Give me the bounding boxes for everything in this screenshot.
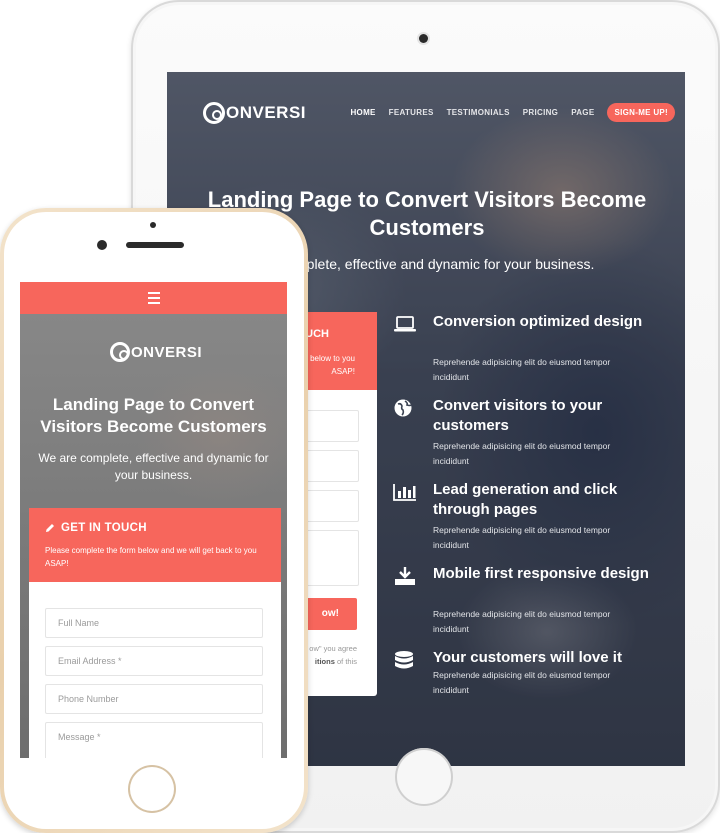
feature-description: Reprehende adipisicing elit do eiusmod t… — [433, 357, 611, 382]
tablet-camera — [419, 34, 428, 43]
mobile-hero-title: Landing Page to Convert Visitors Become … — [40, 395, 267, 436]
logo-icon — [203, 102, 225, 124]
mobile-form-title: GET IN TOUCH — [45, 522, 147, 534]
phone-device: ONVERSI Landing Page to Convert Visitors… — [0, 208, 308, 833]
full-name-input[interactable]: Full Name — [45, 608, 263, 638]
bar-chart-icon — [393, 484, 416, 501]
main-nav: HOME FEATURES TESTIMONIALS PRICING PAGE … — [350, 103, 675, 122]
feature-title: Lead generation and click through pages — [433, 481, 618, 518]
download-icon — [395, 567, 415, 585]
phone-sensor — [150, 222, 156, 228]
logo-icon — [110, 342, 130, 362]
mobile-form-description: Please complete the form below and we wi… — [45, 546, 257, 568]
hamburger-menu-icon[interactable] — [148, 292, 160, 304]
email-input[interactable]: Email Address * — [45, 646, 263, 676]
sign-up-button[interactable]: SIGN-ME UP! — [607, 103, 675, 122]
nav-pricing[interactable]: PRICING — [523, 108, 558, 117]
globe-icon — [394, 399, 412, 417]
nav-home[interactable]: HOME — [350, 108, 375, 117]
feature-description: Reprehende adipisicing elit do eiusmod t… — [433, 609, 611, 634]
laptop-icon — [394, 316, 416, 332]
phone-screen: ONVERSI Landing Page to Convert Visitors… — [20, 282, 287, 758]
feature-description: Reprehende adipisicing elit do eiusmod t… — [433, 670, 611, 695]
mobile-brand-logo[interactable]: ONVERSI — [110, 340, 202, 364]
mobile-contact-form-card: GET IN TOUCH Please complete the form be… — [29, 508, 281, 758]
mobile-form-header: GET IN TOUCH Please complete the form be… — [29, 508, 281, 582]
nav-features[interactable]: FEATURES — [389, 108, 434, 117]
nav-page[interactable]: PAGE — [571, 108, 594, 117]
feature-title: Your customers will love it — [433, 649, 622, 666]
mobile-hero-subtitle: We are complete, effective and dynamic f… — [38, 451, 269, 482]
feature-description: Reprehende adipisicing elit do eiusmod t… — [433, 525, 611, 550]
phone-camera — [97, 240, 107, 250]
feature-title: Convert visitors to your customers — [433, 397, 603, 434]
feature-title: Mobile first responsive design — [433, 565, 649, 582]
phone-home-button[interactable] — [128, 765, 176, 813]
message-textarea[interactable]: Message * — [45, 722, 263, 758]
terms-link[interactable]: itions — [315, 657, 335, 666]
pencil-icon — [46, 524, 54, 532]
hero-subtitle: mplete, effective and dynamic for your b… — [295, 256, 595, 272]
form-title: UCH — [305, 328, 329, 340]
mobile-top-bar — [20, 282, 287, 314]
feature-description: Reprehende adipisicing elit do eiusmod t… — [433, 441, 611, 466]
tablet-home-button[interactable] — [395, 748, 453, 806]
brand-logo[interactable]: ONVERSI — [203, 100, 306, 126]
feature-title: Conversion optimized design — [433, 313, 643, 330]
phone-number-input[interactable]: Phone Number — [45, 684, 263, 714]
database-icon — [395, 651, 413, 669]
phone-speaker — [126, 242, 184, 248]
nav-testimonials[interactable]: TESTIMONIALS — [447, 108, 510, 117]
